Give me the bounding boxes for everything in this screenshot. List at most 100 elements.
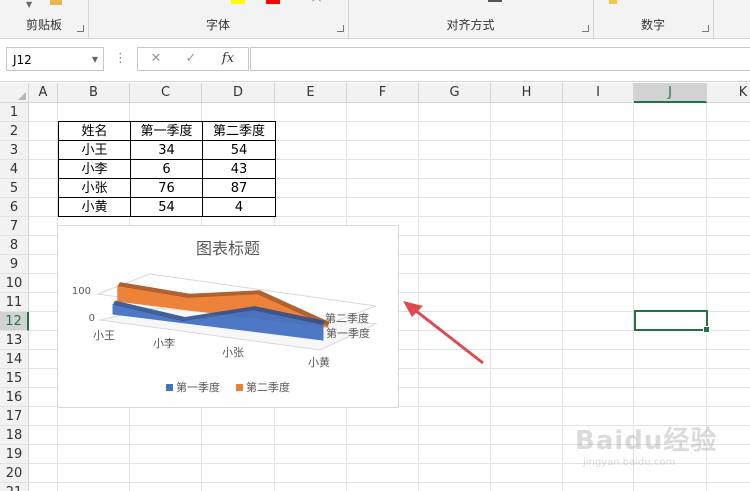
row-header-19[interactable]: 19 bbox=[0, 445, 29, 464]
ribbon-group-clipboard: ▼ 剪贴板 bbox=[0, 0, 89, 38]
row-header-18[interactable]: 18 bbox=[0, 426, 29, 445]
select-all-triangle-icon bbox=[18, 92, 26, 100]
table-cell[interactable]: 小黄 bbox=[58, 197, 131, 217]
chart-legend[interactable]: 第一季度 第二季度 bbox=[166, 380, 290, 394]
name-box-value: J12 bbox=[13, 53, 32, 67]
ribbon-group-alignment: 对齐方式 bbox=[348, 0, 594, 38]
row-header-11[interactable]: 11 bbox=[0, 293, 29, 312]
watermark-url: jingyan.baidu.com bbox=[583, 457, 676, 468]
highlight-color-icon[interactable] bbox=[231, 0, 245, 4]
row-header-4[interactable]: 4 bbox=[0, 160, 29, 179]
column-header-E[interactable]: E bbox=[275, 83, 347, 103]
table-cell[interactable]: 4 bbox=[202, 197, 276, 217]
column-header-K[interactable]: K bbox=[707, 83, 750, 103]
table-cell[interactable]: 76 bbox=[130, 178, 203, 198]
table-cell[interactable]: 小王 bbox=[58, 140, 131, 160]
table-header-cell[interactable]: 姓名 bbox=[58, 121, 131, 141]
row-header-3[interactable]: 3 bbox=[0, 141, 29, 160]
merge-center-icon[interactable] bbox=[488, 0, 502, 2]
phonetic-icon[interactable]: ⌒ bbox=[312, 0, 321, 10]
arrow-shaft bbox=[410, 305, 484, 365]
column-header-J[interactable]: J bbox=[634, 83, 707, 103]
enter-icon[interactable]: ✓ bbox=[181, 47, 201, 71]
row-header-15[interactable]: 15 bbox=[0, 369, 29, 388]
table-cell[interactable]: 小张 bbox=[58, 178, 131, 198]
column-header-G[interactable]: G bbox=[419, 83, 491, 103]
select-all-corner[interactable] bbox=[0, 83, 29, 103]
font-color-icon[interactable] bbox=[266, 0, 280, 4]
currency-icon[interactable] bbox=[609, 0, 617, 4]
selected-cell[interactable] bbox=[634, 310, 710, 333]
table-cell[interactable]: 6 bbox=[130, 159, 203, 179]
dialog-launcher-icon[interactable] bbox=[702, 25, 709, 32]
table-cell[interactable]: 43 bbox=[202, 159, 276, 179]
table-cell[interactable]: 54 bbox=[202, 140, 276, 160]
table-cell[interactable]: 34 bbox=[130, 140, 203, 160]
row-header-17[interactable]: 17 bbox=[0, 407, 29, 426]
column-gridline bbox=[562, 103, 563, 491]
row-header-12[interactable]: 12 bbox=[0, 312, 29, 331]
annotation-arrow-icon bbox=[403, 301, 484, 365]
x-category-label: 小王 bbox=[93, 329, 115, 342]
row-header-2[interactable]: 2 bbox=[0, 122, 29, 141]
series-axis-label: 第一季度 bbox=[326, 326, 370, 340]
table-cell[interactable]: 87 bbox=[202, 178, 276, 198]
cancel-icon[interactable]: ✕ bbox=[146, 47, 166, 71]
column-header-F[interactable]: F bbox=[347, 83, 419, 103]
name-box[interactable]: J12 ▼ bbox=[6, 47, 104, 71]
watermark-logo: Baidu经验 bbox=[575, 426, 718, 456]
row-header-10[interactable]: 10 bbox=[0, 274, 29, 293]
x-category-label: 小张 bbox=[222, 346, 244, 359]
legend-swatch bbox=[236, 384, 243, 391]
row-header-21[interactable]: 21 bbox=[0, 483, 29, 491]
row-header-16[interactable]: 16 bbox=[0, 388, 29, 407]
row-header-6[interactable]: 6 bbox=[0, 198, 29, 217]
paste-dropdown-icon[interactable]: ▼ bbox=[26, 0, 32, 9]
x-category-label: 小黄 bbox=[308, 355, 330, 369]
chart-svg: 图表标题 1000小王小李小张小黄第二季度第一季度 第一季度 第二季度 bbox=[72, 240, 378, 394]
dialog-launcher-icon[interactable] bbox=[337, 25, 344, 32]
worksheet-grid[interactable]: ABCDEFGHIJK 1 2 3 4 5 6 7 8 9 10 11 12 13 14 15 16 17 18 1… bbox=[0, 83, 750, 491]
ribbon-group-number: 数字 bbox=[593, 0, 714, 38]
column-header-C[interactable]: C bbox=[130, 83, 202, 103]
column-header-A[interactable]: A bbox=[29, 83, 58, 103]
table-cell[interactable]: 54 bbox=[130, 197, 203, 217]
table-cell[interactable]: 小李 bbox=[58, 159, 131, 179]
table-header-cell[interactable]: 第二季度 bbox=[202, 121, 276, 141]
legend-label: 第二季度 bbox=[246, 380, 290, 394]
fill-handle[interactable] bbox=[703, 326, 710, 333]
chart-object[interactable]: 图表标题 100 0 小王 小李 小张 小黄 第二季度 第一季度 第一季度 第二季度 bbox=[57, 225, 399, 408]
format-painter-icon[interactable] bbox=[50, 0, 62, 5]
row-header-5[interactable]: 5 bbox=[0, 179, 29, 198]
row-header-1[interactable]: 1 bbox=[0, 103, 29, 122]
row-header-14[interactable]: 14 bbox=[0, 350, 29, 369]
column-header-I[interactable]: I bbox=[563, 83, 634, 103]
legend-swatch bbox=[166, 384, 173, 391]
column-header-H[interactable]: H bbox=[491, 83, 563, 103]
row-gridline bbox=[29, 482, 750, 483]
y-tick-label: 0 bbox=[89, 313, 95, 324]
row-header-8[interactable]: 8 bbox=[0, 236, 29, 255]
formula-input[interactable] bbox=[250, 47, 750, 71]
dialog-launcher-icon[interactable] bbox=[77, 25, 84, 32]
row-header-9[interactable]: 9 bbox=[0, 255, 29, 274]
ribbon-group-label: 数字 bbox=[640, 18, 665, 32]
column-gridline bbox=[490, 103, 491, 491]
column-gridline bbox=[418, 103, 419, 491]
series-axis-label: 第二季度 bbox=[325, 311, 369, 325]
chevron-down-icon[interactable]: ▼ bbox=[92, 48, 98, 72]
table-header-cell[interactable]: 第一季度 bbox=[130, 121, 203, 141]
row-header-7[interactable]: 7 bbox=[0, 217, 29, 236]
row-header-20[interactable]: 20 bbox=[0, 464, 29, 483]
legend-label: 第一季度 bbox=[176, 380, 220, 394]
column-header-D[interactable]: D bbox=[202, 83, 275, 103]
ribbon-group-font: ⌒ 字体 bbox=[88, 0, 349, 38]
row-header-13[interactable]: 13 bbox=[0, 331, 29, 350]
column-header-B[interactable]: B bbox=[58, 83, 130, 103]
y-tick-label: 100 bbox=[72, 286, 91, 297]
dialog-launcher-icon[interactable] bbox=[582, 25, 589, 32]
more-options-icon[interactable]: ⋮ bbox=[114, 47, 127, 71]
x-category-label: 小李 bbox=[153, 336, 175, 350]
chart-title[interactable]: 图表标题 bbox=[196, 240, 260, 258]
insert-function-icon[interactable]: fx bbox=[216, 47, 240, 71]
